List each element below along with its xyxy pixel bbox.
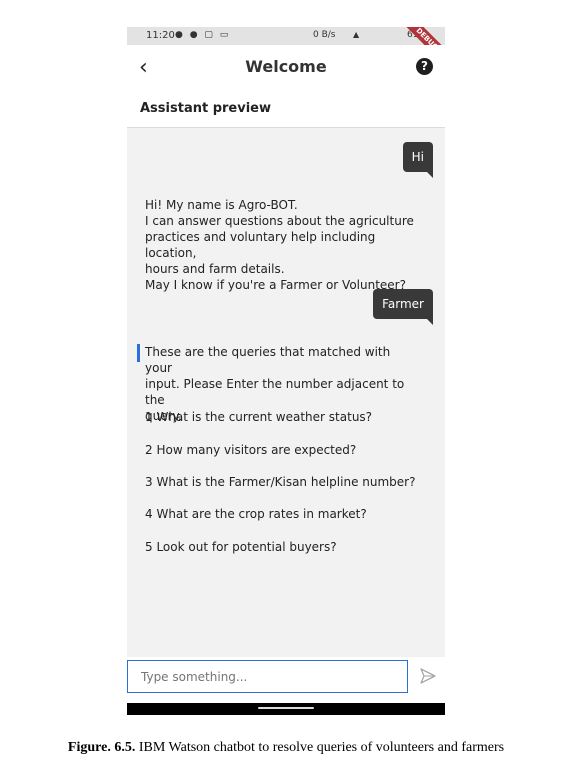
phone-screen: 11:20 ● ● ▢ ▭ 0 B/s ▲ 61% DEBUG ‹ Welcom… bbox=[127, 27, 445, 715]
signal-icons: ▲ bbox=[353, 30, 361, 39]
notification-icons: ● ● ▢ ▭ bbox=[175, 30, 231, 40]
query-option[interactable]: 1 What is the current weather status? bbox=[145, 409, 372, 425]
bot-message-line: I can answer questions about the agricul… bbox=[145, 214, 414, 228]
query-option[interactable]: 4 What are the crop rates in market? bbox=[145, 506, 367, 522]
chat-area[interactable]: Hi Hi! My name is Agro-BOT. I can answer… bbox=[127, 128, 445, 657]
preview-title: Assistant preview bbox=[140, 101, 272, 116]
caption-text: IBM Watson chatbot to resolve queries of… bbox=[135, 740, 505, 755]
home-indicator[interactable] bbox=[258, 707, 314, 709]
message-input[interactable] bbox=[127, 660, 408, 693]
bot-message-line: Hi! My name is Agro-BOT. bbox=[145, 198, 298, 212]
system-nav-bar bbox=[127, 703, 445, 715]
figure-caption: Figure. 6.5. IBM Watson chatbot to resol… bbox=[0, 740, 572, 756]
bot-message-line: hours and farm details. bbox=[145, 262, 285, 276]
query-option[interactable]: 5 Look out for potential buyers? bbox=[145, 539, 337, 555]
query-option[interactable]: 2 How many visitors are expected? bbox=[145, 442, 356, 458]
preview-header: Assistant preview bbox=[127, 91, 445, 128]
bot-message-line: These are the queries that matched with … bbox=[145, 345, 391, 375]
network-speed: 0 B/s bbox=[313, 30, 336, 40]
bot-message-line: input. Please Enter the number adjacent … bbox=[145, 377, 405, 407]
response-accent-bar bbox=[137, 344, 140, 362]
question-circle-icon[interactable]: ? bbox=[416, 58, 433, 75]
status-time: 11:20 bbox=[146, 30, 175, 41]
bot-message-line: practices and voluntary help including l… bbox=[145, 230, 376, 260]
status-bar: 11:20 ● ● ▢ ▭ 0 B/s ▲ 61% DEBUG bbox=[127, 27, 445, 72]
message-composer bbox=[127, 657, 445, 705]
user-message: Hi bbox=[402, 142, 434, 178]
send-icon[interactable] bbox=[419, 667, 437, 685]
page-title: Welcome bbox=[245, 57, 327, 76]
bot-message: Hi! My name is Agro-BOT. I can answer qu… bbox=[145, 197, 417, 293]
user-message: Farmer bbox=[373, 289, 433, 325]
caption-label: Figure. 6.5. bbox=[67, 740, 136, 755]
app-bar: ‹ Welcome ? bbox=[127, 45, 445, 91]
query-option[interactable]: 3 What is the Farmer/Kisan helpline numb… bbox=[145, 474, 415, 490]
